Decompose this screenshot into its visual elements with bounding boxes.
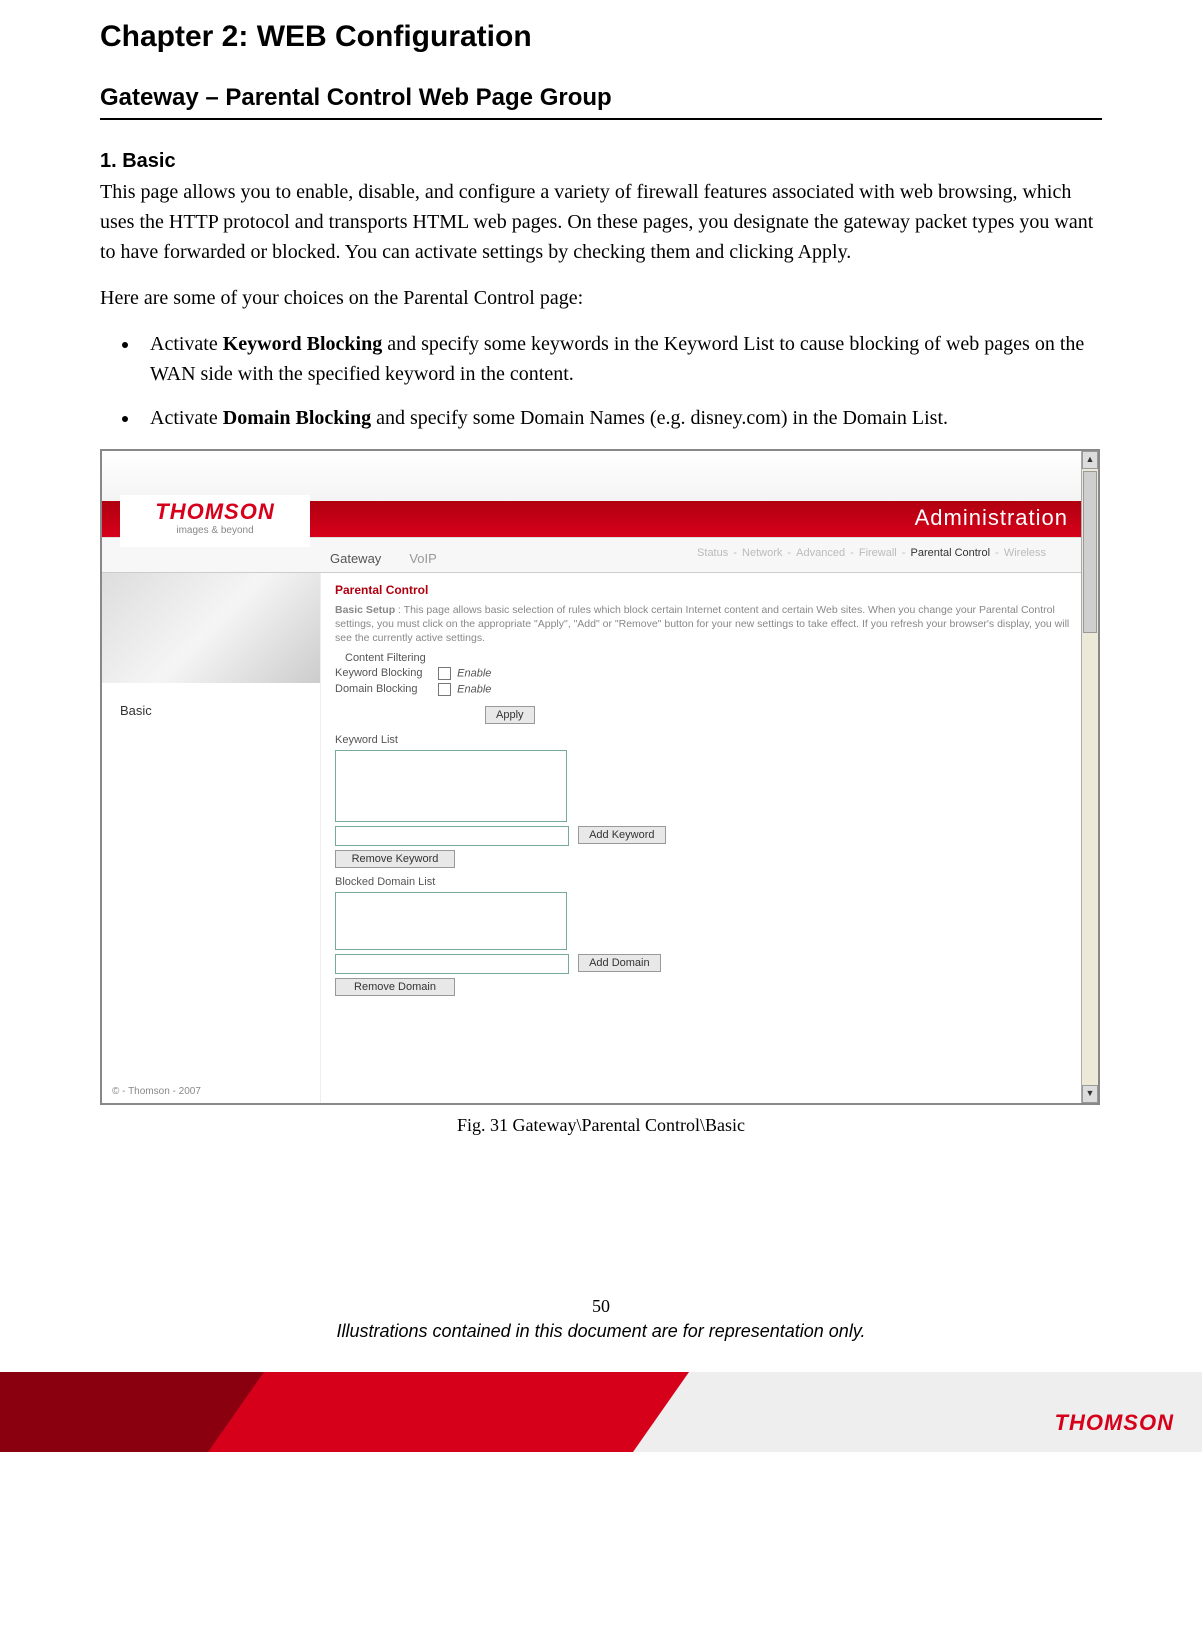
- thomson-logo: THOMSON images & beyond: [120, 495, 310, 547]
- scroll-track[interactable]: [1082, 469, 1098, 1085]
- scroll-down-icon[interactable]: ▼: [1082, 1085, 1098, 1103]
- subnav-parental-control[interactable]: Parental Control: [911, 547, 991, 559]
- subnav-network[interactable]: Network: [742, 547, 782, 559]
- remove-keyword-button[interactable]: Remove Keyword: [335, 850, 455, 868]
- content-filtering-label: Content Filtering: [345, 652, 1084, 664]
- domain-blocking-enable: Enable: [457, 683, 491, 695]
- subnav-firewall[interactable]: Firewall: [859, 547, 897, 559]
- bullet-item-keyword: Activate Keyword Blocking and specify so…: [140, 329, 1102, 389]
- sidebar-image: [102, 573, 320, 683]
- scroll-up-icon[interactable]: ▲: [1082, 451, 1098, 469]
- bullet2-post: and specify some Domain Names (e.g. disn…: [371, 407, 948, 429]
- apply-button[interactable]: Apply: [485, 706, 535, 724]
- subnav-advanced[interactable]: Advanced: [796, 547, 845, 559]
- panel-desc-text: : This page allows basic selection of ru…: [335, 604, 1069, 644]
- keyword-list-label: Keyword List: [335, 734, 1084, 746]
- domain-list-box[interactable]: [335, 892, 567, 950]
- row-keyword-blocking: Keyword Blocking Enable: [335, 667, 1084, 680]
- keyword-blocking-label: Keyword Blocking: [335, 667, 435, 679]
- section-divider: [100, 118, 1102, 120]
- footer-banner: THOMSON: [0, 1372, 1202, 1452]
- subnav-status[interactable]: Status: [697, 547, 728, 559]
- screenshot-parental-control: Administration THOMSON images & beyond G…: [100, 449, 1100, 1105]
- chapter-title: Chapter 2: WEB Configuration: [100, 20, 1102, 54]
- figure-caption: Fig. 31 Gateway\Parental Control\Basic: [100, 1115, 1102, 1136]
- screenshot-header-area: [102, 451, 1098, 501]
- keyword-blocking-checkbox[interactable]: [438, 667, 451, 680]
- add-domain-button[interactable]: Add Domain: [578, 954, 661, 972]
- footer-brand: THOMSON: [1055, 1410, 1174, 1436]
- admin-label: Administration: [915, 505, 1068, 531]
- disclaimer-text: Illustrations contained in this document…: [100, 1321, 1102, 1342]
- logo-tagline: images & beyond: [120, 525, 310, 536]
- logo-brand: THOMSON: [120, 495, 310, 523]
- remove-domain-button[interactable]: Remove Domain: [335, 978, 455, 996]
- sidebar: Basic © - Thomson - 2007: [102, 573, 321, 1103]
- tab-voip[interactable]: VoIP: [399, 545, 446, 572]
- paragraph-1: This page allows you to enable, disable,…: [100, 177, 1102, 267]
- bullet1-bold: Keyword Blocking: [223, 333, 382, 355]
- main-panel: Parental Control Basic Setup : This page…: [321, 573, 1098, 1103]
- scroll-thumb[interactable]: [1083, 471, 1097, 633]
- section-title: Gateway – Parental Control Web Page Grou…: [100, 84, 1102, 112]
- subnav-wireless[interactable]: Wireless: [1004, 547, 1046, 559]
- keyword-list-box[interactable]: [335, 750, 567, 822]
- panel-desc-label: Basic Setup: [335, 604, 395, 616]
- bullet2-pre: Activate: [150, 407, 223, 429]
- subsection-heading: 1. Basic: [100, 150, 1102, 173]
- subnav: Status - Network - Advanced - Firewall -…: [695, 543, 1068, 563]
- domain-blocking-label: Domain Blocking: [335, 683, 435, 695]
- keyword-input[interactable]: [335, 826, 569, 846]
- domain-input[interactable]: [335, 954, 569, 974]
- bullet2-bold: Domain Blocking: [223, 407, 371, 429]
- keyword-blocking-enable: Enable: [457, 667, 491, 679]
- bullet-item-domain: Activate Domain Blocking and specify som…: [140, 403, 1102, 433]
- bullet-list: Activate Keyword Blocking and specify so…: [100, 329, 1102, 433]
- paragraph-2: Here are some of your choices on the Par…: [100, 283, 1102, 313]
- bullet1-pre: Activate: [150, 333, 223, 355]
- panel-title: Parental Control: [335, 583, 1084, 597]
- scrollbar[interactable]: ▲ ▼: [1081, 451, 1098, 1103]
- domain-blocking-checkbox[interactable]: [438, 683, 451, 696]
- sidebar-copyright: © - Thomson - 2007: [112, 1086, 201, 1097]
- page-number: 50: [100, 1296, 1102, 1317]
- add-keyword-button[interactable]: Add Keyword: [578, 826, 665, 844]
- sidebar-item-basic[interactable]: Basic: [102, 683, 320, 718]
- row-domain-blocking: Domain Blocking Enable: [335, 683, 1084, 696]
- blocked-domain-label: Blocked Domain List: [335, 876, 1084, 888]
- tab-gateway[interactable]: Gateway: [320, 545, 391, 572]
- panel-description: Basic Setup : This page allows basic sel…: [335, 603, 1084, 646]
